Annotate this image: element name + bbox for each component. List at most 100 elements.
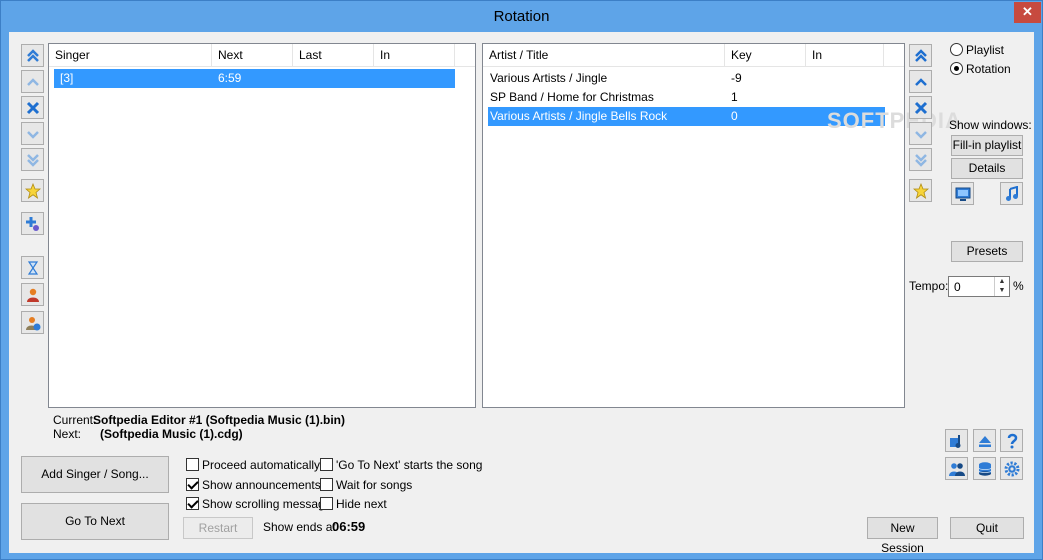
song-move-up-button[interactable] [909,70,932,93]
move-bottom-button[interactable] [21,148,44,171]
move-up-icon [26,77,39,86]
table-row[interactable]: Various Artists / Jingle Bells Rock 0 [488,107,885,126]
tempo-label: Tempo: [909,279,949,293]
playlist-radio-label: Playlist [966,43,1005,57]
column-last[interactable]: Last [293,44,374,67]
key-cell: 1 [731,90,738,104]
music-button[interactable] [1000,182,1023,205]
checkbox-label: Hide next [336,497,387,511]
key-cell: 0 [731,109,738,123]
column-singer[interactable]: Singer [49,44,212,67]
checkbox-box [186,478,199,491]
singer-button[interactable] [21,283,44,306]
settings-button[interactable] [1000,457,1023,480]
checkbox-label: Show scrolling message [202,497,332,511]
remove-icon [26,101,39,114]
checkbox-label: Wait for songs [336,478,413,492]
watermark: SOFTPEDIA [827,108,962,133]
proceed-automatically-checkbox[interactable]: Proceed automatically [186,458,320,474]
favorite-icon [912,182,929,199]
move-down-button[interactable] [21,122,44,145]
add-singer-song-button[interactable]: Add Singer / Song... [21,456,169,493]
move-up-icon [914,77,927,86]
title-cell: SP Band / Home for Christmas [490,90,654,104]
playlist-radio-dot [950,43,963,56]
help-button[interactable] [1000,429,1023,452]
checkbox-box [320,478,333,491]
next-label: Next: [53,427,82,441]
tempo-spinner[interactable]: 0 ▲ ▼ [948,276,1010,297]
show-scrolling-message-checkbox[interactable]: Show scrolling message [186,497,331,513]
singer-icon [26,288,39,302]
playlist-radio[interactable]: Playlist [950,43,1004,59]
hourglass-button[interactable] [21,256,44,279]
checkbox-box [320,497,333,510]
eject-button[interactable] [973,429,996,452]
rotation-window: Rotation ✕ Singer Next Last In [3] 6:59 … [0,0,1043,560]
hide-next-checkbox[interactable]: Hide next [320,497,387,513]
singer-info-button[interactable] [21,311,44,334]
singer-list-header: Singer Next Last In [49,44,475,67]
monitor-icon [955,187,970,201]
move-top-icon [914,48,927,62]
song-move-bottom-button[interactable] [909,148,932,171]
help-icon [1007,433,1017,448]
move-down-icon [914,130,927,139]
song-move-down-button[interactable] [909,122,932,145]
singers-button[interactable] [945,457,968,480]
table-row[interactable]: [3] 6:59 [54,69,455,88]
song-move-top-button[interactable] [909,44,932,67]
close-button[interactable]: ✕ [1014,2,1041,23]
show-ends-label: Show ends at [263,520,336,534]
wait-for-songs-checkbox[interactable]: Wait for songs [320,478,412,494]
eject-icon [978,435,991,447]
fill-in-playlist-button[interactable]: Fill-in playlist [951,135,1023,156]
current-value: Softpedia Editor #1 (Softpedia Music (1)… [93,413,346,427]
database-button[interactable] [973,457,996,480]
checkbox-box [320,458,333,471]
move-bottom-icon [26,153,39,167]
monitor-button[interactable] [951,182,974,205]
song-favorite-button[interactable] [909,179,932,202]
music-folder-button[interactable] [945,429,968,452]
singer-list[interactable]: Singer Next Last In [3] 6:59 [48,43,476,408]
remove-button[interactable] [21,96,44,119]
song-list[interactable]: Artist / Title Key In Various Artists / … [482,43,905,408]
checkbox-label: 'Go To Next' starts the song [336,458,483,472]
quit-button[interactable]: Quit [950,517,1024,539]
gear-icon [1004,461,1019,476]
presets-button[interactable]: Presets [951,241,1023,262]
key-cell: -9 [731,71,742,85]
column-in[interactable]: In [374,44,455,67]
remove-icon [914,101,927,114]
favorite-button[interactable] [21,179,44,202]
move-up-button[interactable] [21,70,44,93]
go-to-next-starts-song-checkbox[interactable]: 'Go To Next' starts the song [320,458,482,474]
table-row[interactable]: SP Band / Home for Christmas 1 [484,88,885,107]
go-to-next-button[interactable]: Go To Next [21,503,169,540]
column-artist-title[interactable]: Artist / Title [483,44,725,67]
singer-cell: [3] [60,71,74,85]
song-remove-button[interactable] [909,96,932,119]
column-next[interactable]: Next [212,44,293,67]
column-key[interactable]: Key [725,44,806,67]
restart-button[interactable]: Restart [183,517,253,539]
move-bottom-icon [914,153,927,167]
favorite-icon [24,182,41,199]
column-in[interactable]: In [806,44,884,67]
music-folder-icon [949,434,960,448]
new-session-button[interactable]: New Session [867,517,938,555]
show-announcements-checkbox[interactable]: Show announcements [186,478,321,494]
users-icon [948,462,965,476]
current-label: Current: [53,413,97,427]
rotation-radio[interactable]: Rotation [950,62,1011,78]
singer-info-icon [25,316,40,330]
rotation-radio-dot [950,62,963,75]
details-button[interactable]: Details [951,158,1023,179]
show-windows-label: Show windows: [949,118,1032,132]
database-icon [978,461,991,476]
add-song-button[interactable] [21,212,44,235]
move-top-button[interactable] [21,44,44,67]
tempo-spin-arrows-icon[interactable]: ▲ ▼ [994,277,1009,296]
table-row[interactable]: Various Artists / Jingle -9 [484,69,885,88]
